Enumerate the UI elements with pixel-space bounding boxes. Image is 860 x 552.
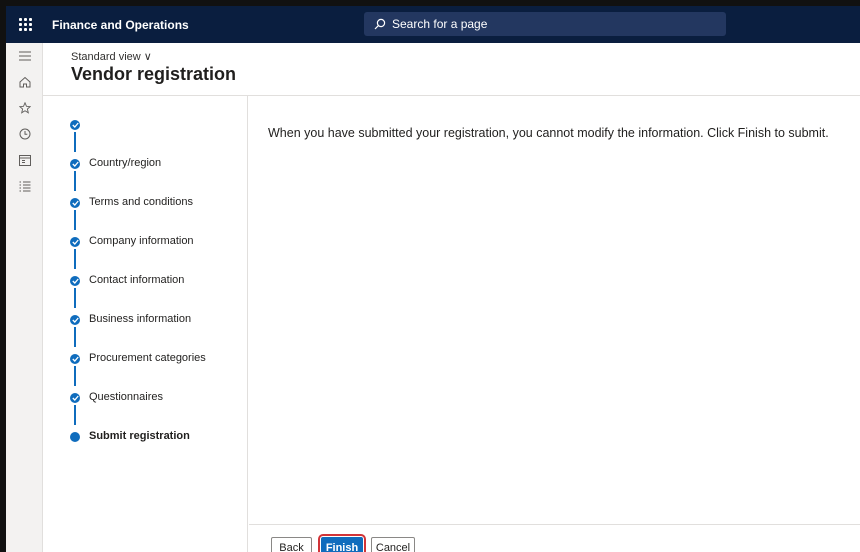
- step-item-questionnaires[interactable]: Questionnaires: [43, 389, 248, 409]
- checkmark-icon: [70, 354, 80, 364]
- step-label: Procurement categories: [89, 352, 206, 364]
- app-title[interactable]: Finance and Operations: [52, 18, 189, 32]
- checkmark-icon: [70, 159, 80, 169]
- search-box[interactable]: Search for a page: [364, 12, 726, 36]
- search-input[interactable]: Search for a page: [392, 17, 487, 31]
- step-label: Business information: [89, 313, 192, 325]
- page-header: Standard view ∨ Vendor registration: [43, 43, 860, 96]
- step-label: Terms and conditions: [89, 196, 193, 208]
- app-frame: Finance and Operations Search for a page: [0, 0, 860, 552]
- back-button[interactable]: Back: [271, 537, 312, 552]
- checkmark-icon: [70, 393, 80, 403]
- left-nav: [6, 43, 43, 552]
- step-item-terms-and-conditions[interactable]: Terms and conditions: [43, 194, 248, 214]
- hamburger-icon[interactable]: [6, 43, 43, 69]
- submit-instructions: When you have submitted your registratio…: [268, 126, 829, 140]
- page-title: Vendor registration: [71, 64, 237, 84]
- clock-icon[interactable]: [6, 121, 43, 147]
- step-item-contact-information[interactable]: Contact information: [43, 272, 248, 292]
- checkmark-icon: [70, 315, 80, 325]
- footer-actions: Back Finish Cancel: [249, 524, 860, 552]
- step-label: Submit registration: [89, 430, 190, 442]
- registration-steps: Country/region Terms and conditions Comp…: [43, 96, 248, 552]
- home-icon[interactable]: [6, 69, 43, 95]
- checkmark-icon: [70, 276, 80, 286]
- step-label: Country/region: [89, 157, 162, 169]
- star-icon[interactable]: [6, 95, 43, 121]
- finish-button[interactable]: Finish: [318, 534, 366, 552]
- view-selector[interactable]: Standard view ∨: [71, 50, 152, 63]
- step-label: Company information: [89, 235, 194, 247]
- top-bar: Finance and Operations Search for a page: [6, 6, 860, 43]
- waffle-icon: [18, 18, 32, 31]
- step-label: Questionnaires: [89, 391, 163, 403]
- workspace-icon[interactable]: [6, 147, 43, 173]
- cancel-button[interactable]: Cancel: [371, 537, 415, 552]
- step-item-procurement-categories[interactable]: Procurement categories: [43, 350, 248, 370]
- app-launcher-button[interactable]: [6, 6, 44, 43]
- search-icon: [374, 18, 386, 30]
- step-item-start[interactable]: [43, 116, 248, 136]
- checkmark-icon: [70, 237, 80, 247]
- step-item-submit-registration[interactable]: Submit registration: [43, 428, 248, 448]
- checkmark-icon: [70, 120, 80, 130]
- step-item-company-information[interactable]: Company information: [43, 233, 248, 253]
- step-label: Contact information: [89, 274, 185, 286]
- list-icon[interactable]: [6, 173, 43, 199]
- step-item-business-information[interactable]: Business information: [43, 311, 248, 331]
- checkmark-icon: [70, 198, 80, 208]
- step-item-country-region[interactable]: Country/region: [43, 155, 248, 175]
- current-step-dot-icon: [70, 432, 80, 442]
